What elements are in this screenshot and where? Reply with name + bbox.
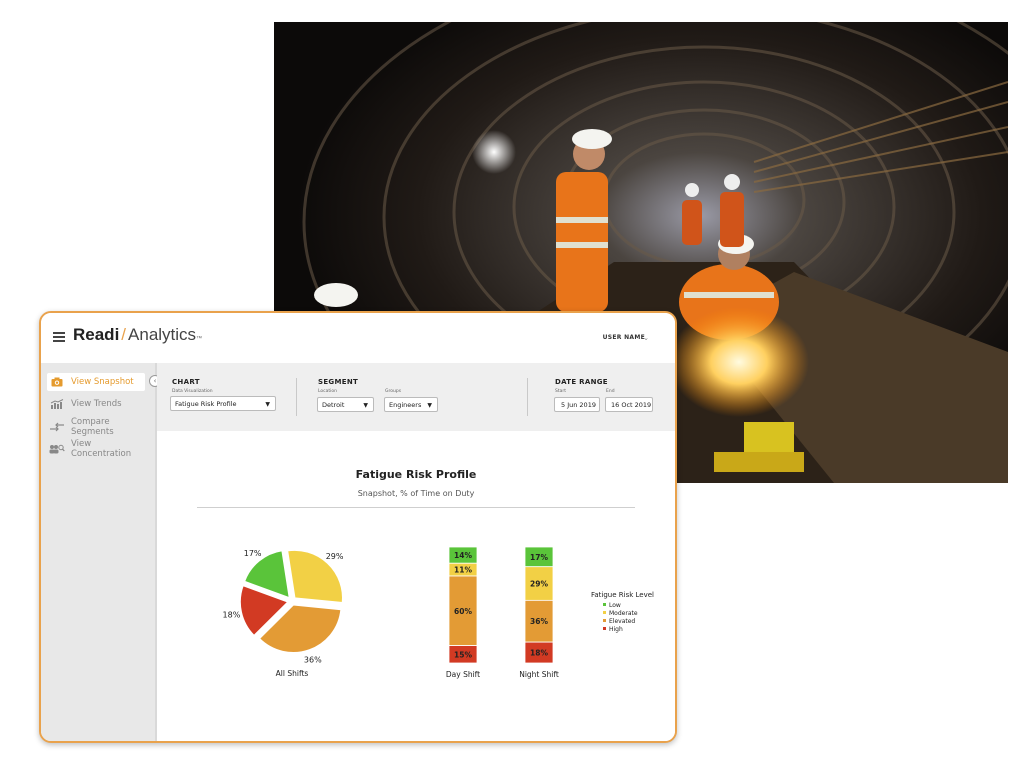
camera-icon — [49, 377, 65, 387]
legend-label-elevated: Elevated — [609, 618, 635, 625]
brand-logo: Readi / Analytics ™ — [73, 325, 202, 345]
bar-label-low: 14% — [454, 551, 472, 560]
end-date-field[interactable]: 16 Oct 2019 — [605, 397, 653, 412]
legend-title: Fatigue Risk Level — [591, 591, 654, 599]
bar-label-low: 17% — [530, 553, 548, 562]
caret-down-icon: ▼ — [427, 402, 432, 409]
pie-label-low: 17% — [244, 549, 262, 558]
hamburger-menu-icon[interactable] — [53, 332, 65, 342]
bar-category-label: Night Shift — [519, 670, 559, 679]
segment-section-title: SEGMENT — [318, 378, 359, 386]
end-date-value: 16 Oct 2019 — [611, 400, 652, 409]
groups-value: Engineers — [389, 400, 422, 409]
brand-part1: Readi — [73, 325, 120, 344]
data-visualization-label: Data Visualization — [172, 389, 213, 394]
bar-label-moderate: 29% — [530, 580, 548, 589]
legend-label-high: High — [609, 626, 623, 633]
people-search-icon — [49, 444, 65, 454]
divider — [296, 378, 297, 416]
legend-swatch-high — [603, 627, 606, 630]
bar-label-high: 15% — [454, 650, 472, 659]
pie-category-label: All Shifts — [276, 669, 309, 678]
sidebar-item-label: View Concentration — [71, 439, 132, 459]
location-label: Location — [318, 389, 338, 394]
sidebar-item-label: Compare Segments — [71, 417, 114, 437]
legend-swatch-elevated — [603, 619, 606, 622]
chart-section-title: CHART — [172, 378, 200, 386]
pie-label-elevated: 36% — [304, 655, 322, 664]
bar-category-label: Day Shift — [446, 670, 480, 679]
groups-label: Groups — [385, 389, 402, 394]
sidebar-item-label: View Snapshot — [71, 377, 134, 387]
end-date-label: End — [606, 389, 615, 394]
brand-part2: Analytics — [128, 325, 197, 344]
bar-label-moderate: 11% — [454, 566, 472, 575]
bar-label-elevated: 60% — [454, 607, 472, 616]
legend-swatch-low — [603, 603, 606, 606]
legend-swatch-moderate — [603, 611, 606, 614]
compare-arrows-icon — [49, 422, 65, 432]
user-name-menu[interactable]: USER NAME — [603, 334, 645, 341]
sidebar-item-compare-segments[interactable]: Compare Segments — [47, 417, 145, 437]
trend-chart-icon — [49, 399, 65, 409]
chart-type-select[interactable]: Fatigue Risk Profile ▼ — [170, 396, 276, 411]
divider — [527, 378, 528, 416]
pie-label-moderate: 29% — [326, 552, 344, 561]
bar-label-high: 18% — [530, 649, 548, 658]
fatigue-risk-chart: 17% 29% 36% 18% All Shifts 14% 11% 60% 15% Day Sh… — [223, 546, 654, 679]
top-bar: Readi / Analytics ™ USER NAME ⌄ — [41, 313, 675, 364]
chart-area: Fatigue Risk Profile Snapshot, % of Time… — [157, 431, 675, 741]
caret-down-icon: ▼ — [265, 401, 270, 408]
start-date-value: 5 Jun 2019 — [561, 400, 596, 409]
location-value: Detroit — [322, 400, 345, 409]
location-select[interactable]: Detroit ▼ — [317, 397, 374, 412]
sidebar-item-view-concentration[interactable]: View Concentration — [47, 439, 145, 459]
filter-bar: CHART Data Visualization Fatigue Risk Pr… — [157, 363, 675, 431]
sidebar-item-label: View Trends — [71, 399, 122, 409]
brand-slash: / — [121, 325, 127, 344]
start-date-label: Start — [555, 389, 566, 394]
legend-label-low: Low — [609, 602, 621, 609]
sidebar: View Snapshot View Trends Compare Segmen… — [41, 363, 157, 741]
bar-label-elevated: 36% — [530, 617, 548, 626]
groups-select[interactable]: Engineers ▼ — [384, 397, 438, 412]
app-window: Readi / Analytics ™ USER NAME ⌄ View Sna… — [39, 311, 677, 743]
start-date-field[interactable]: 5 Jun 2019 — [554, 397, 600, 412]
date-range-section-title: DATE RANGE — [555, 378, 608, 386]
caret-down-icon: ▼ — [363, 402, 368, 409]
legend-label-moderate: Moderate — [609, 610, 638, 617]
chart-type-value: Fatigue Risk Profile — [175, 399, 237, 408]
sidebar-item-view-snapshot[interactable]: View Snapshot — [47, 373, 145, 391]
brand-trademark: ™ — [196, 336, 203, 342]
pie-label-high: 18% — [223, 610, 241, 619]
chevron-down-icon[interactable]: ⌄ — [643, 334, 649, 342]
sidebar-item-view-trends[interactable]: View Trends — [47, 395, 145, 413]
